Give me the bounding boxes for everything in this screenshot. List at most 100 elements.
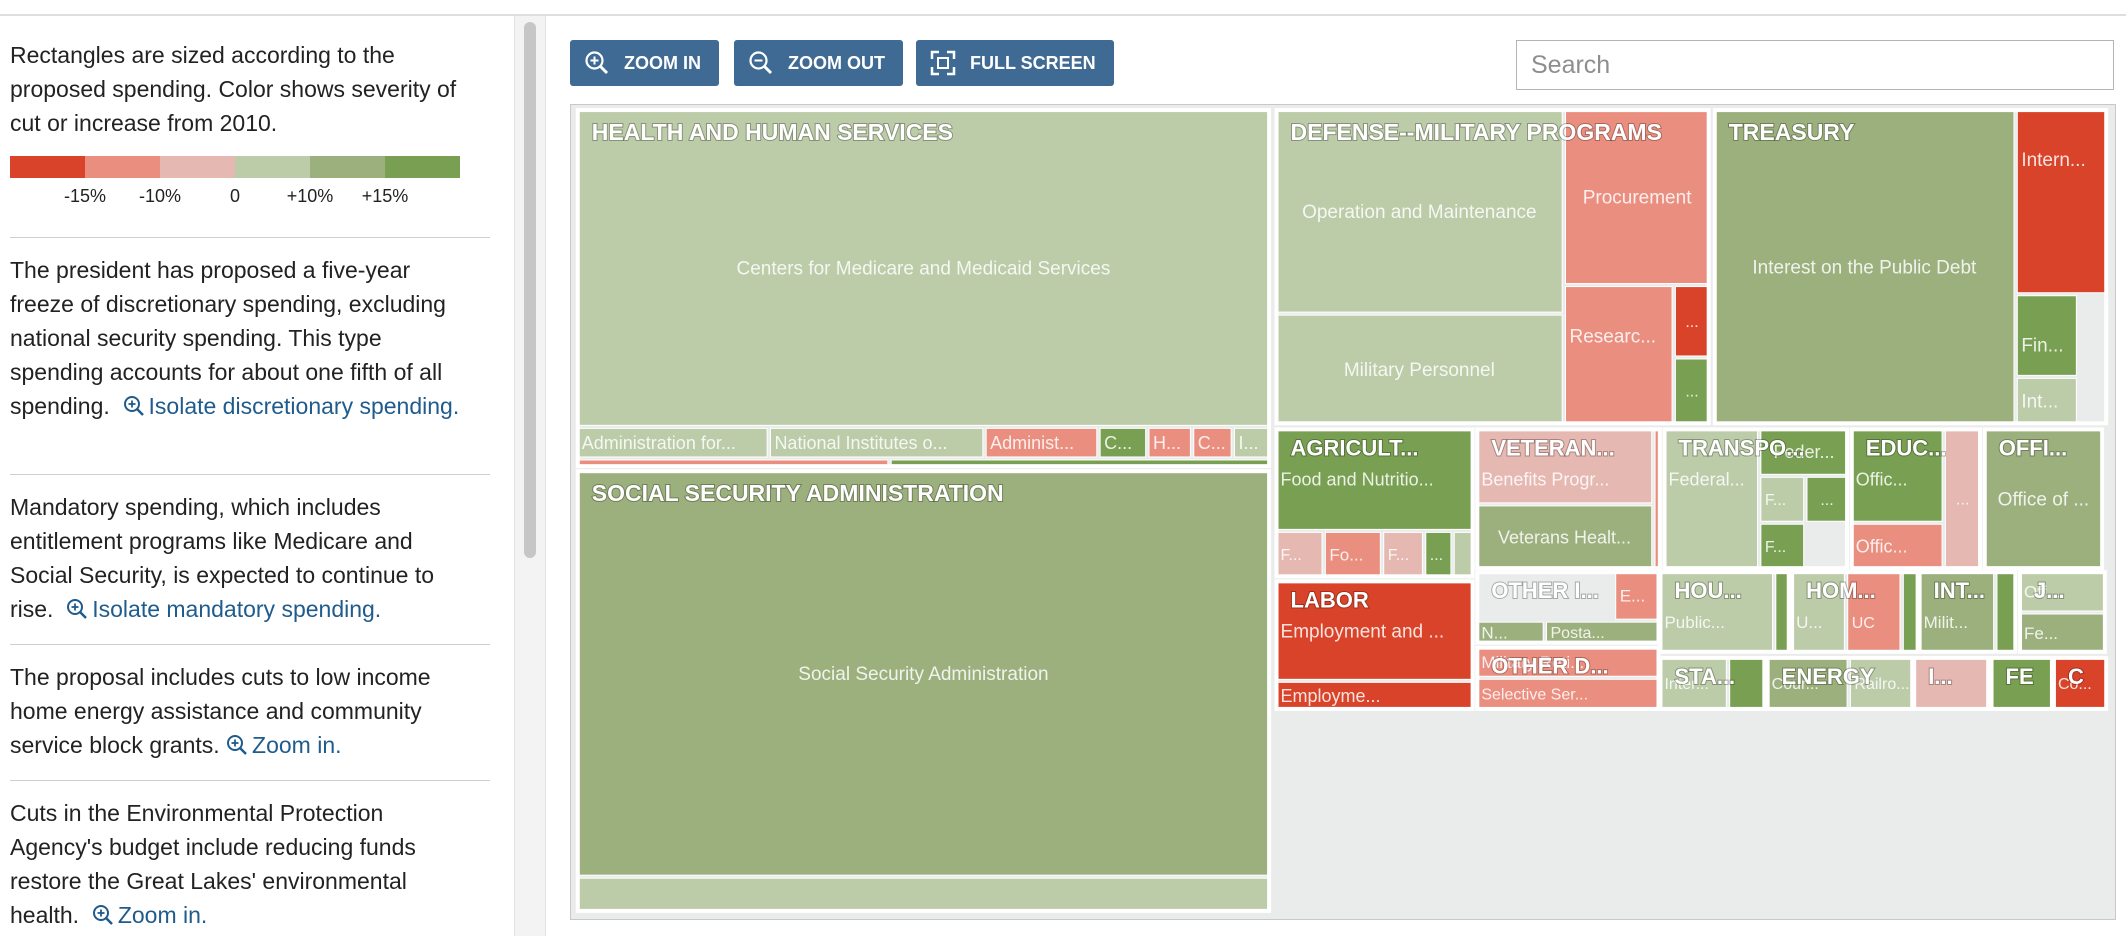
note-text: The proposal includes cuts to low income… (10, 664, 431, 758)
department-label: STA... (1674, 664, 1735, 689)
program-label: Researc... (1570, 327, 1657, 348)
program-label: H... (1153, 433, 1181, 453)
department-label: VETERAN... (1491, 435, 1614, 460)
department-label: TRANSPO... (1679, 435, 1805, 460)
legend-tick: +10% (286, 186, 334, 206)
program-[interactable] (1996, 571, 2016, 653)
isolate-discretionary-link[interactable]: Isolate discretionary spending. (116, 393, 459, 419)
program-label: ... (1685, 384, 1698, 401)
program-label: I... (1238, 433, 1258, 453)
program-[interactable] (1902, 571, 1919, 653)
department-label: DEFENSE--MILITARY PROGRAMS (1291, 119, 1662, 145)
zoom-out-button[interactable]: ZOOM OUT (734, 40, 903, 86)
note-text: Cuts in the Environmental Protection Age… (10, 800, 416, 928)
legend-tick: -15% (63, 186, 107, 206)
zoom-out-label: ZOOM OUT (788, 52, 885, 73)
department-label: AGRICULT... (1291, 435, 1419, 460)
zoom-in-button[interactable]: ZOOM IN (570, 40, 719, 86)
legend-tick: 0 (229, 186, 241, 206)
zoom-in-link[interactable]: Zoom in. (85, 902, 207, 928)
department-label: SOCIAL SECURITY ADMINISTRATION (592, 480, 1004, 506)
full-screen-button[interactable]: FULL SCREEN (916, 40, 1114, 86)
program-label: Posta... (1551, 625, 1605, 642)
program-social-security-administration[interactable] (577, 877, 1270, 912)
legend-swatch-3 (160, 156, 235, 178)
isolate-mandatory-link[interactable]: Isolate mandatory spending. (60, 596, 381, 622)
search-input[interactable] (1516, 40, 2114, 90)
program-label: Milit... (1924, 613, 1968, 632)
program-intern[interactable] (2016, 109, 2107, 294)
program-researc[interactable] (1565, 286, 1673, 424)
program-label: Interest on the Public Debt (1752, 257, 1977, 278)
department-label: OTHER D... (1491, 654, 1608, 679)
department-label: LABOR (1291, 587, 1369, 612)
zoom-magnifier-icon (92, 905, 113, 925)
scrollbar-thumb[interactable] (524, 22, 536, 558)
zoom-in-icon (585, 51, 609, 75)
zoom-magnifier-icon (123, 396, 144, 416)
note-epa: Cuts in the Environmental Protection Age… (10, 796, 480, 932)
department-label: C (2068, 664, 2084, 689)
department-label: HEALTH AND HUMAN SERVICES (592, 119, 953, 145)
program-label: Public... (1664, 613, 1724, 632)
program-label: F... (1388, 547, 1409, 564)
divider (10, 780, 490, 781)
department-label: HOU... (1674, 578, 1741, 603)
program-label: Centers for Medicare and Medicaid Servic… (737, 258, 1111, 279)
program-label: E... (1620, 587, 1646, 606)
link-label: Zoom in. (252, 732, 342, 758)
link-label: Isolate discretionary spending. (148, 393, 460, 419)
sidebar-scrollbar[interactable] (514, 16, 546, 936)
note-energy-assistance: The proposal includes cuts to low income… (10, 660, 480, 762)
program-label: C... (1104, 433, 1132, 453)
program-label: Fe... (2024, 624, 2058, 643)
program-label: Fo... (1329, 545, 1363, 564)
legend-tick: -10% (138, 186, 182, 206)
department-label: EDUC... (1866, 435, 1947, 460)
program-label: ... (1956, 491, 1969, 508)
program-office[interactable] (1453, 531, 1474, 577)
legend-swatch-6 (385, 156, 460, 178)
program-label: Federal... (1669, 469, 1745, 489)
program-label: Intern... (2021, 150, 2085, 171)
zoom-magnifier-icon (227, 735, 247, 755)
full-screen-icon (930, 50, 956, 76)
program-label: Food and Nutritio... (1281, 469, 1434, 489)
program-label: UC (1852, 615, 1875, 632)
program-label: ... (1430, 547, 1443, 564)
divider (10, 644, 490, 645)
program-label: Procurement (1583, 187, 1692, 208)
legend-swatch-2 (85, 156, 160, 178)
sidebar: Rectangles are sized according to the pr… (0, 16, 500, 936)
divider (10, 237, 490, 238)
department-label: J... (2034, 578, 2065, 603)
program-label: F... (1765, 492, 1786, 509)
program-label: Employme... (1281, 686, 1381, 706)
program-label: Military Personnel (1344, 360, 1495, 381)
program-label: Operation and Maintenance (1302, 202, 1537, 223)
color-legend: -15% -10% 0 +10% +15% (10, 156, 460, 216)
note-discretionary: The president has proposed a five-year f… (10, 253, 480, 423)
program-label: C... (1198, 433, 1226, 453)
program-label: F... (1281, 547, 1302, 564)
program-label: Int... (2021, 391, 2058, 412)
program-label: Employment and ... (1281, 621, 1445, 642)
program-label: ... (1685, 314, 1698, 331)
program-label: Office of ... (1998, 489, 2090, 510)
department-label: ENERGY (1782, 664, 1875, 689)
spending-treemap: Centers for Medicare and Medicaid Servic… (570, 104, 2116, 920)
legend-swatch-4 (235, 156, 310, 178)
program-label: ... (1820, 492, 1833, 509)
intro-text: Rectangles are sized according to the pr… (10, 42, 457, 136)
zoom-in-link[interactable]: Zoom in. (226, 732, 342, 758)
department-label: OTHER I... (1491, 578, 1599, 603)
note-mandatory: Mandatory spending, which includes entit… (10, 490, 480, 626)
department-label: TREASURY (1729, 119, 1855, 145)
zoom-in-label: ZOOM IN (624, 52, 701, 73)
link-label: Isolate mandatory spending. (92, 596, 382, 622)
legend-swatch-5 (310, 156, 385, 178)
program-label: Offic... (1856, 469, 1908, 489)
program-label: Benefits Progr... (1481, 469, 1609, 489)
department-label: FE (2006, 664, 2034, 689)
divider (10, 474, 490, 475)
